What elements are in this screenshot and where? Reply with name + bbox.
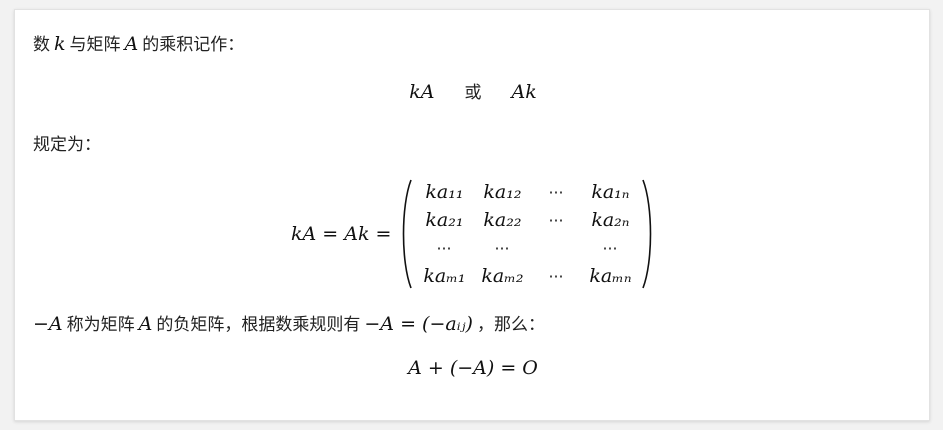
notation-line: kA 或 Ak	[15, 78, 931, 103]
matrix-A: A	[124, 33, 139, 55]
content-card: 数 k 与矩阵 A 的乘积记作： kA 或 Ak 规定为： kA = Ak = …	[14, 9, 930, 421]
matrix-cell: ka₂ₙ	[591, 209, 630, 231]
matrix-cell: ⋯	[436, 239, 453, 257]
negative-text-2: 的负矩阵，根据数乘规则有	[156, 315, 361, 335]
matrix-equation: kA = Ak = ka₁₁ ka₁₂ ⋯ ka₁ₙ ka₂₁ ka₂₂ ⋯ k…	[291, 178, 655, 290]
matrix-cell: ⋯	[548, 183, 565, 201]
intro-line: 数 k 与矩阵 A 的乘积记作：	[33, 30, 244, 55]
matrix-cell: ka₂₁	[425, 209, 464, 231]
matrix-lhs: kA = Ak =	[291, 223, 392, 245]
matrix-cell: ⋯	[548, 211, 565, 229]
notation-kA: kA	[409, 81, 435, 103]
matrix-cell: ka₂₂	[483, 209, 522, 231]
matrix-cell: kaₘ₂	[481, 265, 524, 287]
right-parenthesis	[642, 179, 652, 289]
matrix-cell: ⋯	[494, 239, 511, 257]
matrix-cell: ⋯	[548, 267, 565, 285]
intro-text-2: 与矩阵	[69, 35, 121, 55]
intro-text-1: 数	[33, 35, 50, 55]
matrix-cell: kaₘₙ	[589, 265, 632, 287]
rule-label-line: 规定为：	[33, 130, 101, 155]
neg-A: −A	[33, 313, 63, 335]
negative-text-1: 称为矩阵	[66, 315, 135, 335]
left-parenthesis	[403, 179, 413, 289]
negative-matrix-line: −A 称为矩阵 A 的负矩阵，根据数乘规则有 −A = (−aᵢⱼ) ，那么：	[33, 310, 545, 335]
matrix-cell: ka₁₁	[425, 181, 464, 203]
negative-text-3: ，那么：	[476, 315, 545, 335]
notation-or: 或	[464, 83, 482, 103]
final-equation-line: A + (−A) = O	[15, 357, 931, 379]
matrix-cell: ⋯	[602, 239, 619, 257]
notation-Ak: Ak	[511, 81, 537, 103]
matrix-cell: ka₁ₙ	[591, 181, 630, 203]
intro-text-3: 的乘积记作：	[142, 35, 245, 55]
scalar-k: k	[54, 33, 66, 55]
matrix-A-2: A	[138, 313, 153, 335]
final-equation: A + (−A) = O	[408, 357, 538, 379]
rule-label: 规定为：	[33, 135, 101, 155]
matrix-cell: kaₘ₁	[423, 265, 466, 287]
negative-equation: −A = (−aᵢⱼ)	[364, 313, 473, 335]
matrix-cell: ka₁₂	[483, 181, 522, 203]
matrix-grid: ka₁₁ ka₁₂ ⋯ ka₁ₙ ka₂₁ ka₂₂ ⋯ ka₂ₙ ⋯ ⋯ ⋯ …	[413, 178, 641, 290]
